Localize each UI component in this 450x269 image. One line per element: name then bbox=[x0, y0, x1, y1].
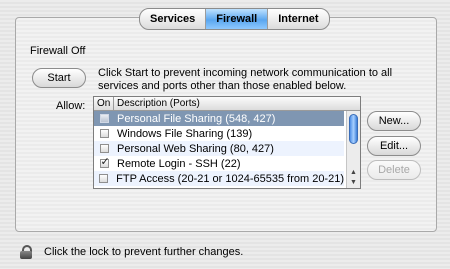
scroll-up-arrow-icon[interactable]: ▲ bbox=[350, 169, 357, 176]
row-description: Personal File Sharing (548, 427) bbox=[117, 112, 276, 125]
delete-button: Delete bbox=[367, 160, 421, 180]
firewall-status: Firewall Off bbox=[30, 45, 86, 57]
lock-row: Click the lock to prevent further change… bbox=[20, 245, 243, 259]
lock-icon[interactable] bbox=[20, 245, 32, 259]
table-header: On Description (Ports) bbox=[94, 97, 360, 111]
checkbox-checked[interactable] bbox=[99, 155, 110, 168]
edit-button[interactable]: Edit... bbox=[367, 136, 421, 156]
table-row[interactable]: Remote Login - SSH (22) bbox=[94, 155, 344, 171]
table-row[interactable]: FTP Access (20-21 or 1024-65535 from 20-… bbox=[94, 171, 344, 186]
table-row[interactable]: Personal File Sharing (548, 427) bbox=[94, 111, 344, 126]
scrollbar-thumb[interactable] bbox=[349, 114, 358, 144]
lock-text: Click the lock to prevent further change… bbox=[44, 246, 244, 258]
tab-bar: Services Firewall Internet bbox=[139, 8, 330, 30]
tab-services[interactable]: Services bbox=[140, 9, 207, 29]
vertical-scrollbar[interactable]: ▲ ▼ bbox=[346, 111, 360, 188]
checkbox[interactable] bbox=[99, 129, 109, 138]
tab-firewall[interactable]: Firewall bbox=[206, 9, 269, 29]
column-header-description[interactable]: Description (Ports) bbox=[114, 97, 200, 110]
row-description: FTP Access (20-21 or 1024-65535 from 20-… bbox=[116, 172, 344, 185]
new-button[interactable]: New... bbox=[367, 111, 421, 131]
row-description: Remote Login - SSH (22) bbox=[117, 157, 241, 170]
tab-internet[interactable]: Internet bbox=[268, 9, 328, 29]
checkbox[interactable] bbox=[99, 144, 109, 153]
start-button[interactable]: Start bbox=[32, 68, 86, 88]
firewall-description: Click Start to prevent incoming network … bbox=[98, 67, 393, 92]
column-header-on[interactable]: On bbox=[94, 97, 114, 110]
checkbox[interactable] bbox=[99, 174, 109, 183]
table-row[interactable]: Personal Web Sharing (80, 427) bbox=[94, 141, 344, 156]
row-description: Personal Web Sharing (80, 427) bbox=[117, 142, 274, 155]
allow-label: Allow: bbox=[56, 100, 86, 112]
checkbox[interactable] bbox=[99, 114, 109, 123]
services-table: On Description (Ports) Personal File Sha… bbox=[93, 96, 361, 189]
scroll-down-arrow-icon[interactable]: ▼ bbox=[350, 179, 357, 186]
table-row[interactable]: Windows File Sharing (139) bbox=[94, 126, 344, 141]
row-description: Windows File Sharing (139) bbox=[117, 127, 253, 140]
